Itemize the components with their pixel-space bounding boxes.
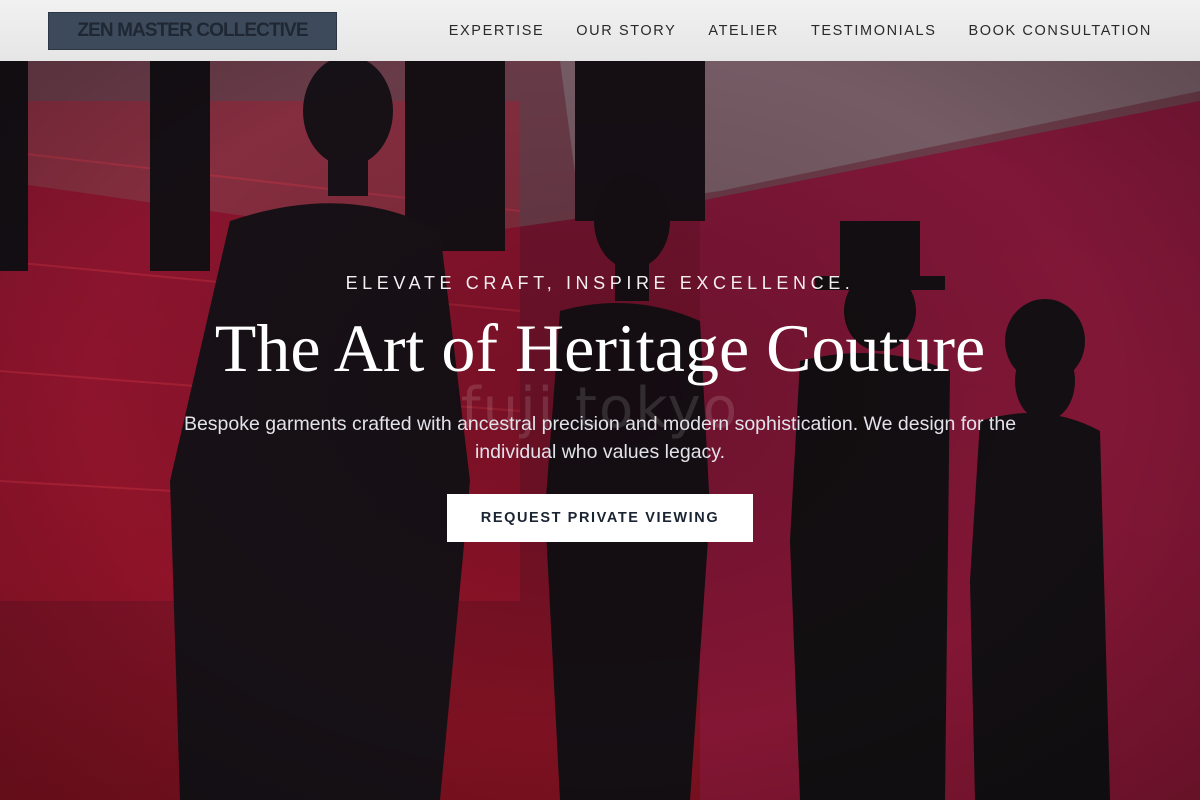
nav-book-consultation[interactable]: BOOK CONSULTATION xyxy=(969,23,1153,39)
hero-title: The Art of Heritage Couture xyxy=(214,310,986,386)
hero-content: ELEVATE CRAFT, INSPIRE EXCELLENCE. The A… xyxy=(0,61,1200,800)
hero-eyebrow: ELEVATE CRAFT, INSPIRE EXCELLENCE. xyxy=(345,273,855,293)
hero-section: fuji tokyo ELEVATE CRAFT, INSPIRE EXCELL… xyxy=(0,61,1200,800)
nav-atelier[interactable]: ATELIER xyxy=(708,23,779,39)
site-header: ZEN MASTER COLLECTIVE EXPERTISE OUR STOR… xyxy=(0,0,1200,61)
logo[interactable]: ZEN MASTER COLLECTIVE xyxy=(48,11,337,50)
request-private-viewing-button[interactable]: REQUEST PRIVATE VIEWING xyxy=(447,494,753,542)
hero-subtitle: Bespoke garments crafted with ancestral … xyxy=(183,413,1017,463)
main-nav: EXPERTISE OUR STORY ATELIER TESTIMONIALS… xyxy=(449,23,1152,39)
nav-testimonials[interactable]: TESTIMONIALS xyxy=(811,23,937,39)
nav-expertise[interactable]: EXPERTISE xyxy=(449,23,545,39)
nav-our-story[interactable]: OUR STORY xyxy=(576,23,676,39)
